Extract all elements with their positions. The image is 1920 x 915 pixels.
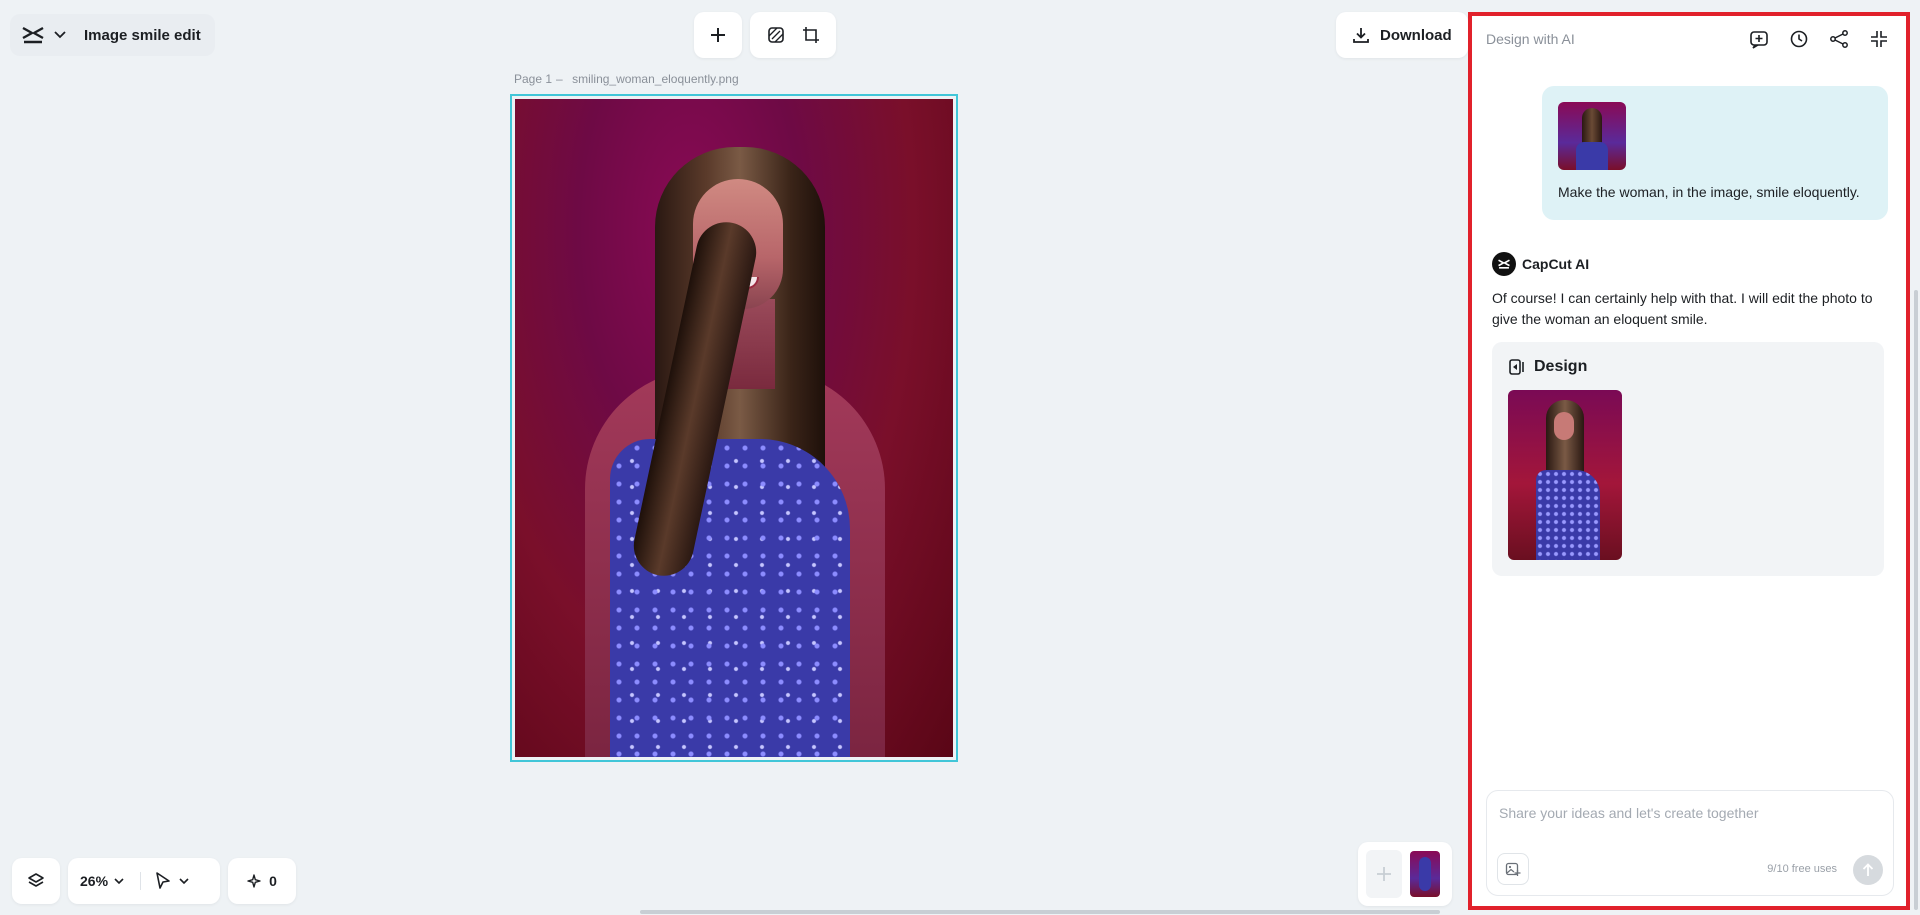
download-label: Download (1380, 26, 1452, 44)
page-thumbnail[interactable] (1410, 851, 1440, 897)
design-result-card: Design (1492, 342, 1884, 576)
zoom-level: 26% (80, 873, 109, 889)
canvas-selection-frame[interactable] (510, 94, 958, 762)
image-attach-button[interactable] (1497, 853, 1529, 885)
page-separator: – (556, 72, 563, 86)
new-chat-icon[interactable] (1748, 28, 1770, 50)
design-result-image[interactable] (1508, 390, 1622, 560)
download-icon (1352, 26, 1370, 44)
chevron-down-icon (114, 877, 124, 885)
design-icon (1508, 358, 1526, 376)
ai-credits-button[interactable]: 0 (228, 858, 296, 904)
page-label: Page 1– smiling_woman_eloquently.png (514, 72, 739, 86)
history-icon[interactable] (1788, 28, 1810, 50)
capcut-logo-icon (20, 22, 46, 48)
image-tools-group (750, 12, 836, 58)
zoom-dropdown[interactable]: 26% (80, 873, 124, 889)
design-card-title: Design (1534, 358, 1588, 375)
assistant-name: CapCut AI (1522, 256, 1590, 272)
divider (140, 872, 142, 890)
assistant-message-text: Of course! I can certainly help with tha… (1492, 290, 1873, 327)
canvas-image[interactable] (515, 99, 953, 757)
plus-icon (710, 27, 726, 43)
collapse-icon[interactable] (1868, 28, 1890, 50)
add-element-button[interactable] (694, 12, 742, 58)
add-page-button[interactable] (1366, 850, 1402, 898)
horizontal-scrollbar[interactable] (640, 910, 1440, 914)
sparkle-icon (247, 874, 261, 888)
free-uses-counter: 9/10 free uses (1767, 863, 1837, 875)
prompt-input[interactable] (1499, 801, 1883, 825)
page-number: Page 1 (514, 72, 553, 86)
user-message-text: Make the woman, in the image, smile eloq… (1558, 184, 1860, 200)
chevron-down-icon[interactable] (54, 31, 66, 39)
download-button[interactable]: Download (1336, 12, 1468, 58)
pointer-tool-dropdown[interactable] (155, 872, 189, 890)
chevron-down-icon (179, 877, 189, 885)
assistant-header: CapCut AI (1492, 252, 1589, 276)
capcut-ai-avatar-icon (1492, 252, 1516, 276)
ai-credits-count: 0 (269, 873, 277, 889)
remove-background-icon[interactable] (767, 26, 785, 44)
send-button[interactable] (1853, 855, 1883, 885)
send-arrow-icon (1862, 863, 1874, 877)
prompt-composer: 9/10 free uses (1486, 790, 1894, 896)
pointer-icon (155, 872, 171, 890)
zoom-controls: 26% (68, 858, 220, 904)
project-menu[interactable]: Image smile edit (10, 14, 215, 56)
crop-resize-icon[interactable] (802, 26, 820, 44)
ai-panel-header: Design with AI (1472, 16, 1906, 62)
plus-icon (1375, 865, 1393, 883)
pages-strip (1358, 842, 1452, 906)
layers-icon (27, 872, 45, 890)
file-name[interactable]: smiling_woman_eloquently.png (572, 72, 739, 86)
design-with-ai-panel: Design with AI Make the woman, in the im… (1468, 12, 1910, 910)
image-attach-icon (1505, 861, 1521, 877)
share-icon[interactable] (1828, 28, 1850, 50)
project-title[interactable]: Image smile edit (84, 27, 201, 44)
panel-scrollbar[interactable] (1914, 290, 1918, 910)
layers-button[interactable] (12, 858, 60, 904)
user-message-bubble: Make the woman, in the image, smile eloq… (1542, 86, 1888, 220)
user-attached-image[interactable] (1558, 102, 1626, 170)
ai-panel-title: Design with AI (1486, 31, 1575, 47)
